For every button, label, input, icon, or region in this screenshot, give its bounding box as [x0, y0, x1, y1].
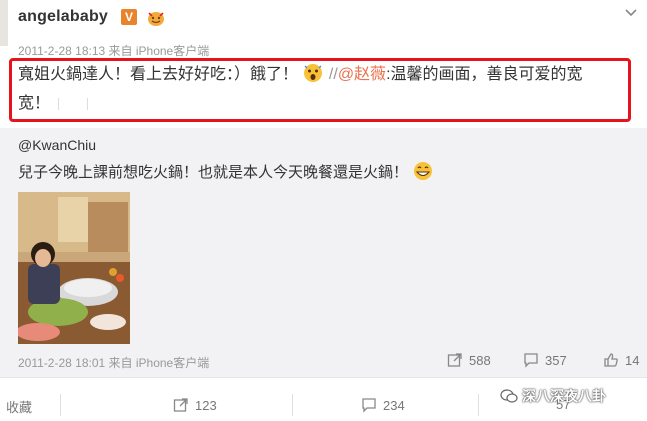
divider [0, 377, 647, 378]
comment-count: 234 [383, 397, 405, 413]
watermark-text: 深八深夜八卦 [522, 388, 606, 404]
post-username[interactable]: angelababy [18, 8, 108, 26]
repost-like-button[interactable]: 14 [603, 352, 639, 368]
post-text-part2: :温馨的画面，善良可爱的宽 [386, 66, 583, 83]
action-separator [478, 394, 479, 416]
chevron-down-icon[interactable] [624, 6, 638, 20]
post-text-line-1: 寬姐火鍋達人！看上去好好吃：）餓了！ //@赵薇:温馨的画面，善良可爱的宽 [18, 63, 583, 87]
repost-text: 兒子今晚上課前想吃火鍋！也就是本人今天晚餐還是火鍋！ [18, 161, 434, 182]
repost-separator: // [328, 66, 338, 83]
post-text-line-2: 宽！ [18, 92, 89, 116]
member-badge-icon [146, 9, 166, 27]
repost-timestamp[interactable]: 2011-2-28 18:01 来自 iPhone客户端 [18, 354, 209, 371]
post-timestamp[interactable]: 2011-2-28 18:13 来自 iPhone客户端 [18, 42, 209, 59]
text-artifact [58, 97, 89, 110]
favorite-label: 收藏 [6, 400, 33, 415]
repost-share-button[interactable]: 588 [447, 352, 491, 368]
hotpot-photo[interactable] [18, 192, 130, 344]
favorite-button[interactable]: 收藏 [6, 397, 32, 416]
avatar[interactable] [0, 0, 8, 46]
post-text-line2: 宽！ [18, 95, 51, 112]
shocked-face-icon [302, 63, 324, 83]
mention-link[interactable]: @赵薇 [338, 66, 386, 83]
repost-count: 123 [195, 397, 217, 413]
repost-username[interactable]: @KwanChiu [18, 137, 96, 153]
action-separator [292, 394, 293, 416]
share-icon [173, 398, 188, 412]
verified-badge-icon: V [121, 9, 137, 25]
repost-like-count: 14 [625, 352, 640, 368]
watermark: 深八深夜八卦 [500, 386, 606, 406]
post-text-part1: 寬姐火鍋達人！看上去好好吃：）餓了！ [18, 66, 299, 83]
thumbs-up-icon [604, 353, 618, 367]
repost-button[interactable]: 123 [173, 397, 217, 413]
grin-face-icon [412, 161, 434, 181]
repost-text-body: 兒子今晚上課前想吃火鍋！也就是本人今天晚餐還是火鍋！ [18, 164, 409, 181]
repost-comment-button[interactable]: 357 [523, 352, 567, 368]
comment-icon [362, 398, 376, 413]
wechat-icon [500, 389, 518, 403]
action-separator [60, 394, 61, 416]
comment-button[interactable]: 234 [361, 397, 405, 413]
share-icon [447, 353, 462, 367]
comment-icon [524, 353, 538, 368]
repost-share-count: 588 [469, 352, 491, 368]
repost-comment-count: 357 [545, 352, 567, 368]
